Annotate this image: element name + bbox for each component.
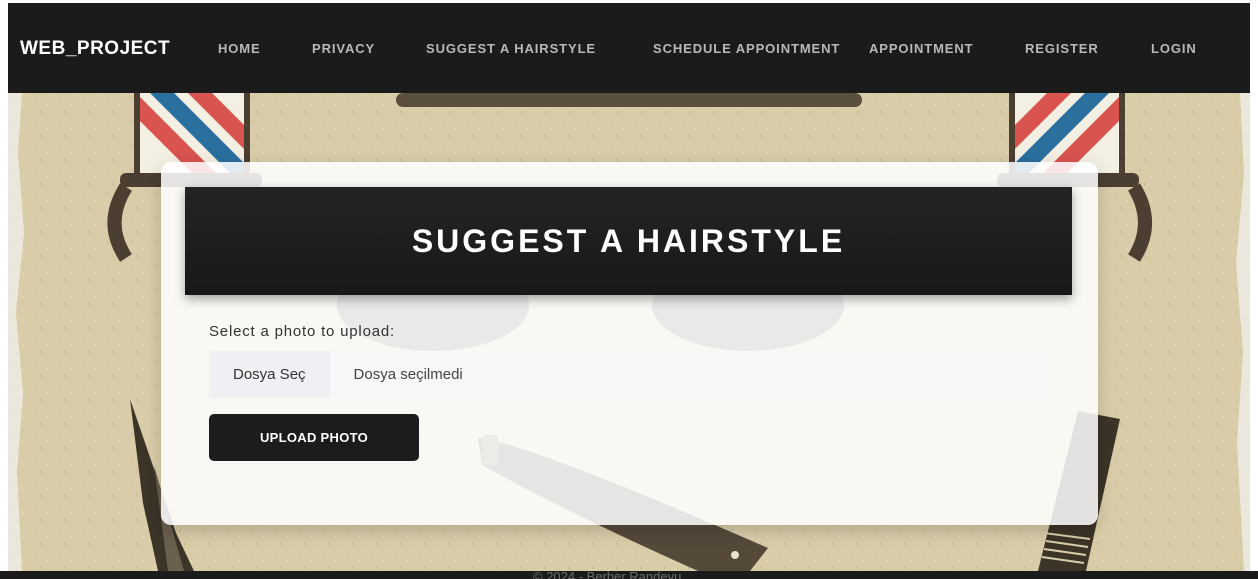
nav-link-home[interactable]: HOME xyxy=(218,41,261,56)
choose-file-button[interactable]: Dosya Seç xyxy=(209,351,330,398)
navbar: WEB_PROJECT HOME PRIVACY SUGGEST A HAIRS… xyxy=(8,3,1250,93)
nav-link-register[interactable]: REGISTER xyxy=(1025,41,1099,56)
footer-copyright: © 2024 - Berber Randevu xyxy=(533,571,682,579)
hero-background: SUGGEST A HAIRSTYLE Select a photo to up… xyxy=(8,93,1250,571)
nav-link-login[interactable]: LOGIN xyxy=(1151,41,1197,56)
file-status-text: Dosya seçilmedi xyxy=(353,366,463,383)
page-title: SUGGEST A HAIRSTYLE xyxy=(411,222,846,259)
card-header: SUGGEST A HAIRSTYLE xyxy=(185,187,1072,295)
footer: © 2024 - Berber Randevu xyxy=(0,571,1258,579)
nav-link-suggest-hairstyle[interactable]: SUGGEST A HAIRSTYLE xyxy=(426,41,596,56)
file-input[interactable]: Dosya Seç Dosya seçilmedi xyxy=(209,351,1048,398)
suggest-hairstyle-card: SUGGEST A HAIRSTYLE Select a photo to up… xyxy=(161,162,1098,525)
nav-link-appointment[interactable]: APPOINTMENT xyxy=(869,41,974,56)
brand-link[interactable]: WEB_PROJECT xyxy=(20,38,170,60)
upload-photo-button[interactable]: UPLOAD PHOTO xyxy=(209,414,419,461)
nav-link-schedule-appointment[interactable]: SCHEDULE APPOINTMENT xyxy=(653,41,840,56)
upload-label: Select a photo to upload: xyxy=(209,323,395,340)
nav-link-privacy[interactable]: PRIVACY xyxy=(312,41,375,56)
